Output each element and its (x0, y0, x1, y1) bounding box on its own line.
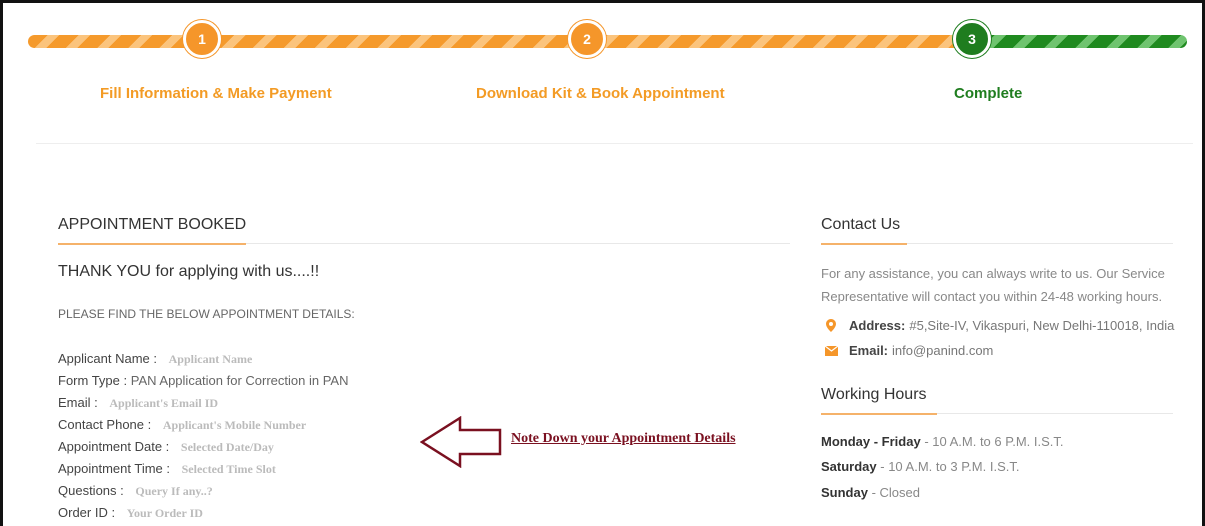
hours-time: - Closed (871, 485, 921, 500)
field-value: PAN Application for Correction in PAN (130, 373, 349, 388)
field-email: Email : Applicant's Email ID (58, 395, 218, 411)
field-label: Questions : (58, 483, 124, 498)
address-label: Address: (849, 318, 906, 333)
hours-day: Monday - Friday (821, 434, 921, 449)
email-label: Email: (849, 343, 889, 358)
contact-description: For any assistance, you can always write… (821, 266, 1165, 304)
contact-email: Email: info@panind.com (823, 343, 993, 358)
field-label: Applicant Name : (58, 351, 157, 366)
hours-day: Sunday (821, 485, 868, 500)
field-placeholder: Query If any..? (135, 484, 213, 498)
hours-time: - 10 A.M. to 6 P.M. I.S.T. (924, 434, 1064, 449)
contact-title-underline (821, 243, 1173, 245)
thanks-message: THANK YOU for applying with us....!! (58, 263, 320, 280)
step-2-label: Download Kit & Book Appointment (476, 85, 725, 102)
step-2-circle[interactable]: 2 (568, 20, 606, 58)
contact-title: Contact Us (821, 216, 901, 233)
field-placeholder: Selected Time Slot (181, 462, 276, 476)
step-1-circle[interactable]: 1 (183, 20, 221, 58)
left-arrow-icon (420, 416, 502, 468)
hours-time: - 10 A.M. to 3 P.M. I.S.T. (880, 459, 1020, 474)
progress-bar-complete (975, 35, 1187, 48)
divider (36, 143, 1193, 144)
field-placeholder: Applicant Name (168, 352, 253, 366)
field-placeholder: Applicant's Email ID (109, 396, 219, 410)
appointment-title: APPOINTMENT BOOKED (58, 216, 247, 233)
field-label: Form Type : (58, 373, 128, 388)
step-1-label: Fill Information & Make Payment (100, 85, 332, 102)
hours-title: Working Hours (821, 386, 927, 403)
field-placeholder: Selected Date/Day (180, 440, 274, 454)
map-pin-icon (823, 319, 839, 332)
progress-bar-done (28, 35, 963, 48)
field-label: Order ID : (58, 505, 116, 520)
field-appointment-time: Appointment Time : Selected Time Slot (58, 461, 276, 477)
field-label: Contact Phone : (58, 417, 152, 432)
contact-address: Address: #5,Site-IV, Vikaspuri, New Delh… (823, 318, 1174, 333)
details-intro: PLEASE FIND THE BELOW APPOINTMENT DETAIL… (58, 307, 355, 321)
hours-title-underline (821, 413, 1173, 415)
field-contact-phone: Contact Phone : Applicant's Mobile Numbe… (58, 417, 306, 433)
hours-row: Sunday - Closed (821, 485, 920, 500)
field-label: Email : (58, 395, 98, 410)
step-3-label: Complete (954, 85, 1023, 102)
field-questions: Questions : Query If any..? (58, 483, 213, 499)
hours-row: Monday - Friday - 10 A.M. to 6 P.M. I.S.… (821, 434, 1064, 449)
field-appointment-date: Appointment Date : Selected Date/Day (58, 439, 274, 455)
field-order-id: Order ID : Your Order ID (58, 505, 203, 521)
hours-day: Saturday (821, 459, 877, 474)
email-value[interactable]: info@panind.com (892, 343, 993, 358)
field-placeholder: Applicant's Mobile Number (162, 418, 307, 432)
field-label: Appointment Date : (58, 439, 170, 454)
note-annotation: Note Down your Appointment Details (511, 431, 736, 446)
hours-row: Saturday - 10 A.M. to 3 P.M. I.S.T. (821, 459, 1019, 474)
appointment-title-underline (58, 243, 790, 245)
address-value: #5,Site-IV, Vikaspuri, New Delhi-110018,… (909, 318, 1175, 333)
step-3-circle[interactable]: 3 (953, 20, 991, 58)
envelope-icon (823, 345, 839, 356)
field-placeholder: Your Order ID (126, 506, 203, 520)
field-label: Appointment Time : (58, 461, 170, 476)
field-applicant-name: Applicant Name : Applicant Name (58, 351, 252, 367)
field-form-type: Form Type : PAN Application for Correcti… (58, 373, 348, 388)
